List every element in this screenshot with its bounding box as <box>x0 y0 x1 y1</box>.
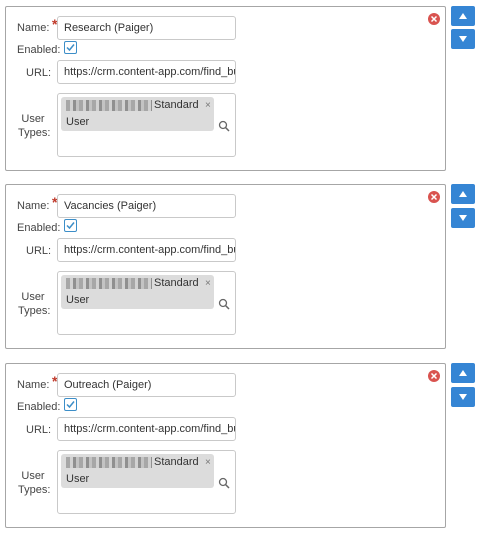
checkmark-icon <box>66 44 75 52</box>
redacted-text <box>66 457 152 468</box>
arrow-down-icon <box>459 36 467 42</box>
arrow-down-icon <box>459 215 467 221</box>
tag-label-line1: Standard <box>154 277 199 289</box>
tag-label-line2: User <box>66 294 90 306</box>
url-label: URL: <box>26 245 52 257</box>
user-types-field[interactable]: Standard User × <box>57 271 236 335</box>
redacted-text <box>66 278 152 289</box>
url-input[interactable]: https://crm.content-app.com/find_bu <box>57 60 236 84</box>
url-input[interactable]: https://crm.content-app.com/find_bu <box>57 238 236 262</box>
remove-entry-button[interactable] <box>428 191 440 203</box>
move-down-button[interactable] <box>451 208 475 228</box>
tag-remove-icon[interactable]: × <box>205 278 211 289</box>
enabled-checkbox[interactable] <box>64 41 77 54</box>
name-label: Name: <box>17 379 50 391</box>
move-up-button[interactable] <box>451 6 475 26</box>
user-type-tag: Standard User × <box>61 97 214 131</box>
search-icon[interactable] <box>218 298 230 310</box>
name-input[interactable]: Vacancies (Paiger) <box>57 194 236 218</box>
move-up-button[interactable] <box>451 363 475 383</box>
tag-remove-icon[interactable]: × <box>205 100 211 111</box>
user-types-label: User Types: <box>18 113 51 139</box>
remove-circle-icon <box>430 372 438 380</box>
arrow-down-icon <box>459 394 467 400</box>
tag-label-line2: User <box>66 116 90 128</box>
arrow-up-icon <box>459 191 467 197</box>
url-input[interactable]: https://crm.content-app.com/find_bu <box>57 417 236 441</box>
name-label: Name: <box>17 22 50 34</box>
remove-circle-icon <box>430 193 438 201</box>
name-label: Name: <box>17 200 50 212</box>
enabled-label: Enabled: <box>17 222 61 234</box>
entry-card: Name: * Outreach (Paiger) Enabled: URL: … <box>5 363 446 528</box>
user-type-tag: Standard User × <box>61 275 214 309</box>
arrow-up-icon <box>459 370 467 376</box>
user-type-tag: Standard User × <box>61 454 214 488</box>
search-icon[interactable] <box>218 120 230 132</box>
arrow-up-icon <box>459 13 467 19</box>
enabled-label: Enabled: <box>17 401 61 413</box>
url-label: URL: <box>26 67 52 79</box>
remove-entry-button[interactable] <box>428 370 440 382</box>
name-input[interactable]: Outreach (Paiger) <box>57 373 236 397</box>
url-label: URL: <box>26 424 52 436</box>
entry-card: Name: * Vacancies (Paiger) Enabled: URL:… <box>5 184 446 349</box>
enabled-checkbox[interactable] <box>64 219 77 232</box>
user-types-label: User Types: <box>18 291 51 317</box>
user-types-field[interactable]: Standard User × <box>57 93 236 157</box>
move-down-button[interactable] <box>451 29 475 49</box>
checkmark-icon <box>66 401 75 409</box>
tag-label-line2: User <box>66 473 90 485</box>
search-icon[interactable] <box>218 477 230 489</box>
user-types-field[interactable]: Standard User × <box>57 450 236 514</box>
entry-card: Name: * Research (Paiger) Enabled: URL: … <box>5 6 446 171</box>
tag-label-line1: Standard <box>154 456 199 468</box>
move-down-button[interactable] <box>451 387 475 407</box>
name-input[interactable]: Research (Paiger) <box>57 16 236 40</box>
redacted-text <box>66 100 152 111</box>
enabled-checkbox[interactable] <box>64 398 77 411</box>
tag-remove-icon[interactable]: × <box>205 457 211 468</box>
user-types-label: User Types: <box>18 470 51 496</box>
tag-label-line1: Standard <box>154 99 199 111</box>
remove-circle-icon <box>430 15 438 23</box>
enabled-label: Enabled: <box>17 44 61 56</box>
checkmark-icon <box>66 222 75 230</box>
move-up-button[interactable] <box>451 184 475 204</box>
remove-entry-button[interactable] <box>428 13 440 25</box>
